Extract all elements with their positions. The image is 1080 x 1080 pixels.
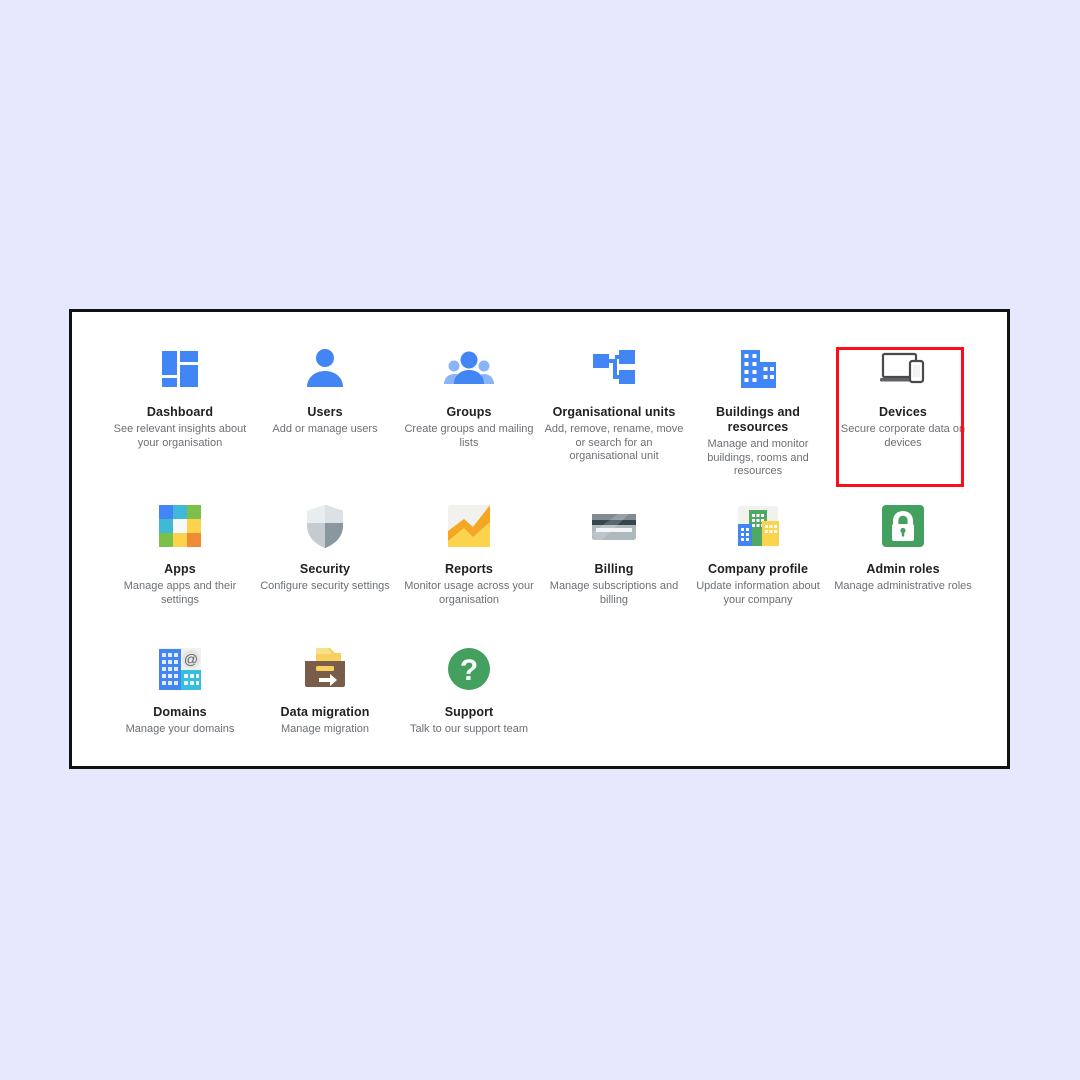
tile-title: Admin roles [866, 562, 940, 576]
people-group-icon [443, 343, 495, 395]
console-tile-grid: Dashboard See relevant insights about yo… [72, 312, 1007, 766]
tile-groups[interactable]: Groups Create groups and mailing lists [397, 343, 541, 450]
tile-company-profile[interactable]: Company profile Update information about… [686, 500, 830, 607]
tile-admin-roles[interactable]: Admin roles Manage administrative roles [831, 500, 975, 594]
tile-description: Talk to our support team [409, 723, 528, 735]
tile-title: Buildings and resources [716, 405, 800, 434]
person-icon [299, 343, 351, 395]
admin-console-panel: Dashboard See relevant insights about yo… [69, 309, 1010, 769]
tile-organisational-units[interactable]: Organisational units Add, remove, rename… [542, 343, 686, 464]
tile-description: Update information about your company [696, 580, 820, 606]
tile-support[interactable]: ? Support Talk to our support team [397, 643, 541, 737]
tile-description: Add or manage users [272, 423, 378, 435]
tile-data-migration[interactable]: Data migration Manage migration [253, 643, 397, 737]
tile-description: Manage migration [280, 723, 370, 735]
shield-icon [299, 500, 351, 552]
tile-title: Dashboard [146, 405, 214, 419]
domains-at-icon: @ [154, 643, 206, 695]
laptop-phone-icon [877, 343, 929, 395]
tile-title: Apps [164, 562, 196, 576]
tile-apps[interactable]: Apps Manage apps and their settings [108, 500, 252, 607]
tile-title: Company profile [707, 562, 809, 576]
svg-text:?: ? [460, 654, 478, 687]
tile-description: Manage your domains [125, 723, 235, 735]
apps-colour-grid-icon [154, 500, 206, 552]
tile-users[interactable]: Users Add or manage users [253, 343, 397, 437]
padlock-icon [877, 500, 929, 552]
tile-description: Monitor usage across your organisation [404, 580, 534, 606]
building-icon [732, 343, 784, 395]
dashboard-grid-icon [154, 343, 206, 395]
tile-devices[interactable]: Devices Secure corporate data on devices [831, 343, 975, 450]
org-chart-icon [588, 343, 640, 395]
tile-description: Configure security settings [260, 580, 390, 592]
question-mark-circle-icon: ? [443, 643, 495, 695]
tile-dashboard[interactable]: Dashboard See relevant insights about yo… [108, 343, 252, 450]
tile-buildings-and-resources[interactable]: Buildings and resources Manage and monit… [686, 343, 830, 479]
tile-description: Manage and monitor buildings, rooms and … [707, 438, 809, 477]
tile-description: Manage apps and their settings [123, 580, 237, 606]
tile-description: See relevant insights about your organis… [113, 423, 247, 449]
tile-domains[interactable]: @ Domains Manage your domains [108, 643, 252, 737]
credit-card-icon [588, 500, 640, 552]
tile-billing[interactable]: Billing Manage subscriptions and billing [542, 500, 686, 607]
tile-description: Create groups and mailing lists [404, 423, 534, 449]
tile-title: Devices [879, 405, 927, 419]
chart-trend-icon [443, 500, 495, 552]
tile-security[interactable]: Security Configure security settings [253, 500, 397, 594]
tile-description: Manage administrative roles [834, 580, 972, 592]
tile-title: Organisational units [552, 405, 676, 419]
tile-description: Add, remove, rename, move or search for … [544, 423, 684, 462]
migration-box-arrow-icon [299, 643, 351, 695]
tile-title: Support [444, 705, 494, 719]
tile-reports[interactable]: Reports Monitor usage across your organi… [397, 500, 541, 607]
tile-title: Billing [594, 562, 634, 576]
tile-title: Users [307, 405, 343, 419]
tile-title: Reports [445, 562, 493, 576]
tile-title: Groups [446, 405, 492, 419]
tile-description: Secure corporate data on devices [840, 423, 966, 449]
tile-title: Domains [153, 705, 207, 719]
tile-title: Security [299, 562, 351, 576]
tile-description: Manage subscriptions and billing [549, 580, 679, 606]
svg-text:@: @ [184, 651, 198, 667]
company-buildings-icon [732, 500, 784, 552]
tile-title: Data migration [280, 705, 370, 719]
